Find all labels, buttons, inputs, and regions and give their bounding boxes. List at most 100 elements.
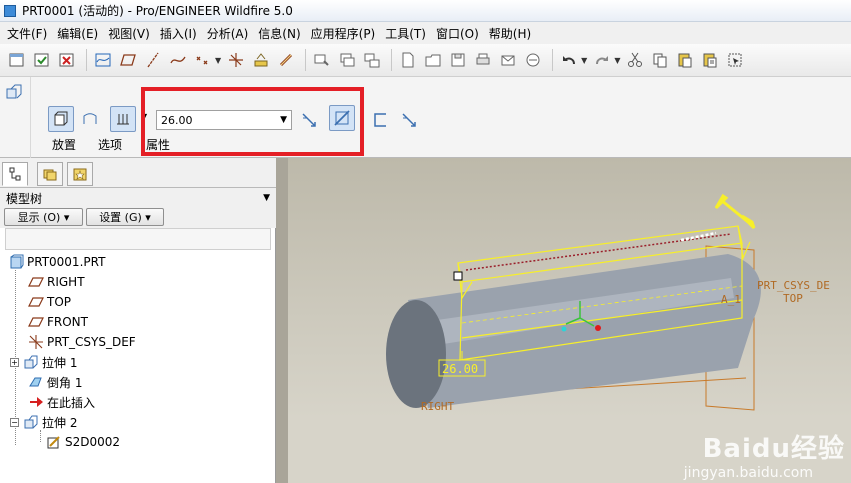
datum-plane-icon[interactable] — [117, 49, 139, 71]
close-window-icon[interactable] — [56, 49, 78, 71]
cylinder-end-face — [386, 300, 446, 408]
datum-axis-icon[interactable] — [142, 49, 164, 71]
csys-dot-cyan — [561, 326, 567, 332]
copy-icon[interactable] — [649, 49, 671, 71]
solid-extrude-button[interactable] — [48, 106, 74, 132]
cut-icon[interactable] — [624, 49, 646, 71]
coordinate-system-icon — [29, 335, 43, 349]
tree-item-label: FRONT — [47, 315, 88, 329]
feature-icon — [5, 83, 23, 101]
collapse-icon[interactable]: − — [10, 417, 19, 427]
open-file-icon[interactable] — [422, 49, 444, 71]
tree-item-label: RIGHT — [47, 275, 85, 289]
menu-analysis[interactable]: 分析(A) — [202, 25, 254, 42]
chevron-down-icon[interactable]: ▼ — [215, 56, 221, 65]
menu-bar: 文件(F) 编辑(E) 视图(V) 插入(I) 分析(A) 信息(N) 应用程序… — [0, 22, 851, 44]
model-tree-header: 模型树 ▼ — [0, 188, 276, 208]
chevron-down-icon[interactable]: ▼ — [581, 56, 587, 65]
extrude-preview — [737, 225, 751, 261]
favorites-tab[interactable] — [67, 162, 93, 186]
tree-item-insert-here[interactable]: 在此插入 — [28, 392, 95, 412]
analysis-icon[interactable] — [250, 49, 272, 71]
link-icon[interactable] — [275, 49, 297, 71]
tree-filter-field[interactable] — [5, 228, 271, 250]
datum-plane-icon — [28, 277, 44, 287]
datum-curve-icon[interactable] — [167, 49, 189, 71]
datum-label-a1: A_1 — [721, 293, 741, 306]
save-icon[interactable] — [447, 49, 469, 71]
tree-item-top-plane[interactable]: TOP — [28, 292, 71, 312]
tree-item-extrude-1[interactable]: + 拉伸 1 — [10, 352, 77, 372]
chevron-down-icon[interactable]: ▼ — [614, 56, 620, 65]
toolbar-separator — [552, 49, 554, 71]
tree-item-csys[interactable]: PRT_CSYS_DEF — [28, 332, 136, 352]
toolbar-separator — [305, 49, 307, 71]
datum-point-icon[interactable] — [192, 49, 214, 71]
panel-tabs — [0, 158, 276, 188]
paste-icon[interactable] — [674, 49, 696, 71]
datum-plane-icon — [28, 297, 44, 307]
tree-item-label: 在此插入 — [47, 395, 96, 410]
graphics-viewport[interactable]: 26.00 PRT_CSYS_DE TOP A_1 RIGHT Baidu经验 … — [276, 158, 851, 483]
datum-label-csys: PRT_CSYS_DE — [757, 279, 830, 292]
new-file-icon[interactable] — [397, 49, 419, 71]
expand-icon[interactable]: + — [10, 357, 19, 367]
window-title: PRT0001 (活动的) - Pro/ENGINEER Wildfire 5.… — [22, 4, 293, 18]
menu-insert[interactable]: 插入(I) — [155, 25, 202, 42]
select-icon[interactable] — [724, 49, 746, 71]
tree-item-label: PRT0001.PRT — [27, 255, 106, 269]
menu-file[interactable]: 文件(F) — [2, 25, 52, 42]
tab-placement[interactable]: 放置 — [52, 136, 76, 153]
chevron-down-icon[interactable]: ▼ — [263, 193, 270, 203]
tree-item-extrude-2[interactable]: − 拉伸 2 — [10, 412, 77, 432]
drag-handle-square — [453, 271, 463, 281]
insert-arrow-icon — [30, 397, 43, 407]
tree-item-front-plane[interactable]: FRONT — [28, 312, 88, 332]
saved-view-icon[interactable] — [361, 49, 383, 71]
print-icon[interactable] — [472, 49, 494, 71]
datum-label-right: RIGHT — [421, 400, 454, 413]
extrude-icon — [24, 415, 38, 429]
window-icon[interactable] — [6, 49, 28, 71]
flip-thickness-button[interactable] — [396, 107, 422, 133]
model-tree-tab[interactable] — [2, 162, 28, 186]
redo-icon[interactable] — [591, 49, 613, 71]
menu-info[interactable]: 信息(N) — [253, 25, 305, 42]
watermark-brand: Baidu经验 — [702, 434, 845, 464]
undo-icon[interactable] — [558, 49, 580, 71]
tree-item-chamfer-1[interactable]: 倒角 1 — [28, 372, 82, 392]
menu-edit[interactable]: 编辑(E) — [52, 25, 103, 42]
depth-option-button[interactable] — [110, 106, 136, 132]
layer-icon[interactable] — [336, 49, 358, 71]
coordinate-system-icon[interactable] — [225, 49, 247, 71]
send-mail-icon[interactable] — [497, 49, 519, 71]
tree-item-right-plane[interactable]: RIGHT — [28, 272, 85, 292]
sketch-icon[interactable] — [92, 49, 114, 71]
menu-window[interactable]: 窗口(O) — [431, 25, 484, 42]
thicken-sketch-button[interactable] — [367, 107, 393, 133]
tree-item-label: S2D0002 — [65, 435, 121, 449]
datum-label-top: TOP — [783, 292, 803, 305]
surface-extrude-button[interactable] — [77, 106, 103, 132]
menu-applications[interactable]: 应用程序(P) — [306, 25, 381, 42]
sketch-icon — [47, 436, 60, 449]
regenerate-icon[interactable] — [31, 49, 53, 71]
menu-help[interactable]: 帮助(H) — [484, 25, 536, 42]
main-toolbar: ▼ ▼ ▼ — [0, 44, 851, 77]
tree-item-label: TOP — [47, 295, 72, 309]
paste-special-icon[interactable] — [699, 49, 721, 71]
menu-tools[interactable]: 工具(T) — [380, 25, 431, 42]
menu-view[interactable]: 视图(V) — [103, 25, 155, 42]
settings-button[interactable]: 设置 (G) ▾ — [86, 208, 164, 226]
send-link-icon[interactable] — [522, 49, 544, 71]
tree-item-root[interactable]: PRT0001.PRT — [8, 252, 105, 272]
show-button[interactable]: 显示 (O) ▾ — [4, 208, 83, 226]
tree-item-label: PRT_CSYS_DEF — [47, 335, 136, 349]
tab-options[interactable]: 选项 — [98, 136, 122, 153]
view-manager-icon[interactable] — [311, 49, 333, 71]
drag-handle — [680, 231, 717, 242]
folder-browser-tab[interactable] — [37, 162, 63, 186]
extrude-dashboard: ▼ 放置 选项 属性 — [0, 77, 851, 158]
tree-item-sketch[interactable]: S2D0002 — [46, 432, 120, 452]
model-tree-title: 模型树 — [6, 191, 43, 206]
